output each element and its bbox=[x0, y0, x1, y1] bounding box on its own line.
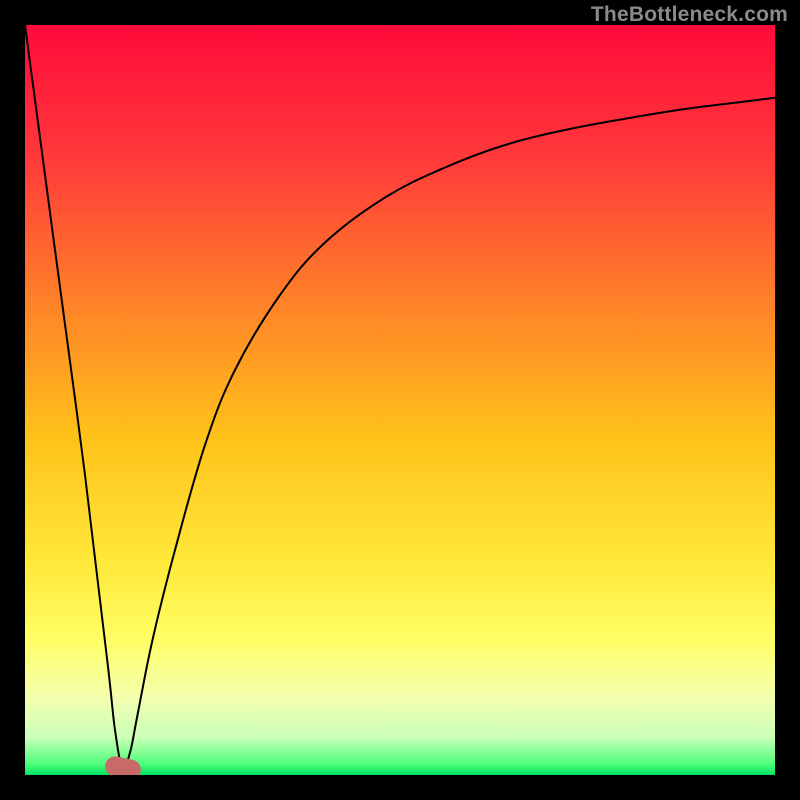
watermark-text: TheBottleneck.com bbox=[591, 3, 788, 27]
chart-frame: TheBottleneck.com bbox=[0, 0, 800, 800]
bottleneck-curve bbox=[25, 25, 775, 775]
plot-area bbox=[25, 25, 775, 775]
